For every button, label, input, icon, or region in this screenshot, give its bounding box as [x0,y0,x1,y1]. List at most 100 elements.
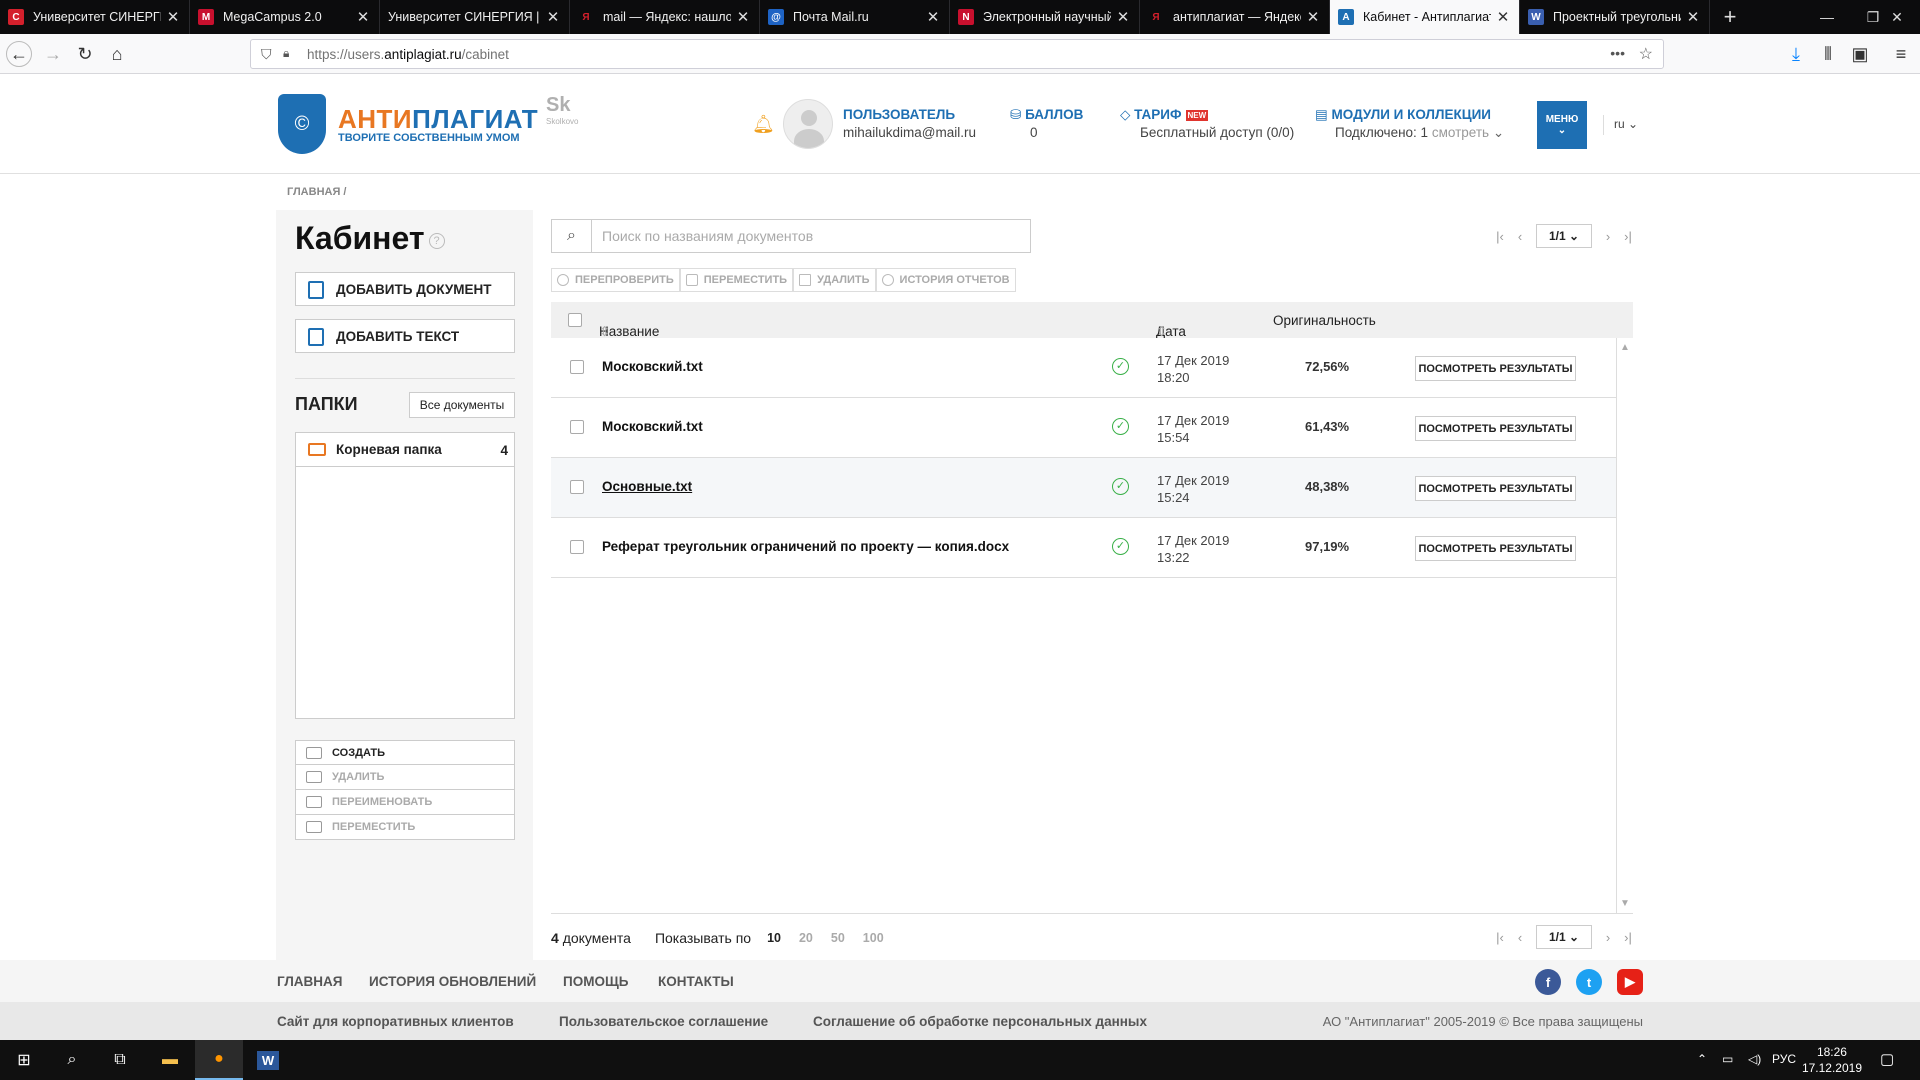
close-window-icon[interactable]: ✕ [1874,0,1920,34]
rename-folder-button[interactable]: ПЕРЕИМЕНОВАТЬ [295,790,515,815]
select-all-checkbox[interactable] [568,313,582,327]
create-folder-button[interactable]: СОЗДАТЬ [295,740,515,765]
browser-tab[interactable]: W Проектный треугольник ✕ [1520,0,1710,34]
bell-icon[interactable]: 🔔︎ [752,114,775,135]
report-history-button[interactable]: ИСТОРИЯ ОТЧЕТОВ [875,268,1016,292]
page-select[interactable]: 1/1 ⌄ [1536,224,1592,248]
first-page-icon[interactable]: |‹ [1490,930,1510,945]
footer-link-contacts[interactable]: КОНТАКТЫ [658,974,734,989]
row-checkbox[interactable] [570,420,584,434]
prev-page-icon[interactable]: ‹ [1510,930,1530,945]
points-label[interactable]: ⛁ БАЛЛОВ [1010,107,1083,123]
view-results-button[interactable]: ПОСМОТРЕТЬ РЕЗУЛЬТАТЫ [1415,356,1576,381]
view-results-button[interactable]: ПОСМОТРЕТЬ РЕЗУЛЬТАТЫ [1415,536,1576,561]
document-name[interactable]: Московский.txt [602,359,703,374]
browser-tab[interactable]: N Электронный научный ✕ [950,0,1140,34]
sidebar-icon[interactable]: ▣ [1847,42,1873,66]
close-tab-icon[interactable]: ✕ [545,8,561,26]
page-size-option[interactable]: 20 [799,931,813,945]
breadcrumb[interactable]: ГЛАВНАЯ / [287,186,346,198]
youtube-icon[interactable]: ▶ [1617,969,1643,995]
folder-item[interactable]: Корневая папка 4 [296,433,514,467]
next-page-icon[interactable]: › [1598,229,1618,244]
footer-link-privacy[interactable]: Соглашение об обработке персональных дан… [813,1014,1147,1029]
browser-tab[interactable]: @ Почта Mail.ru ✕ [760,0,950,34]
firefox-icon[interactable]: ● [195,1040,243,1080]
last-page-icon[interactable]: ›| [1618,229,1638,244]
address-bar[interactable]: ⛉ 🔒︎ https://users.antiplagiat.ru/cabine… [250,39,1664,69]
browser-tab[interactable]: M MegaCampus 2.0 ✕ [190,0,380,34]
close-tab-icon[interactable]: ✕ [1685,8,1701,26]
search-icon[interactable]: ⌕ [48,1040,96,1080]
minimize-icon[interactable]: — [1804,0,1850,34]
bookmark-star-icon[interactable]: ☆ [1639,44,1653,64]
all-documents-button[interactable]: Все документы [409,392,515,418]
prev-page-icon[interactable]: ‹ [1510,229,1530,244]
file-explorer-icon[interactable]: ▬ [146,1040,194,1080]
page-select[interactable]: 1/1 ⌄ [1536,925,1592,949]
table-scrollbar[interactable]: ▲ ▼ [1616,338,1633,913]
page-actions-icon[interactable]: ••• [1610,45,1625,61]
close-tab-icon[interactable]: ✕ [925,8,941,26]
view-results-button[interactable]: ПОСМОТРЕТЬ РЕЗУЛЬТАТЫ [1415,416,1576,441]
download-icon[interactable]: ⤓ [1783,42,1809,66]
footer-link-corporate[interactable]: Сайт для корпоративных клиентов [277,1014,514,1029]
recheck-button[interactable]: ПЕРЕПРОВЕРИТЬ [551,268,680,292]
next-page-icon[interactable]: › [1598,930,1618,945]
home-icon[interactable]: ⌂ [104,42,130,66]
language-select[interactable]: ru ⌄ [1603,115,1638,135]
back-icon[interactable]: ← [6,41,32,67]
shield-icon[interactable]: ⛉ [261,46,272,63]
footer-link-updates[interactable]: ИСТОРИЯ ОБНОВЛЕНИЙ [369,974,536,989]
tariff-label[interactable]: ◇ ТАРИФ NEW [1120,107,1209,123]
close-tab-icon[interactable]: ✕ [165,8,181,26]
chevron-down-icon[interactable]: ⌄ [1489,125,1504,140]
move-button[interactable]: ПЕРЕМЕСТИТЬ [679,268,794,292]
footer-link-home[interactable]: ГЛАВНАЯ [277,974,343,989]
move-folder-button[interactable]: ПЕРЕМЕСТИТЬ [295,815,515,840]
input-language[interactable]: РУС [1772,1052,1796,1066]
twitter-icon[interactable]: t [1576,969,1602,995]
tray-chevron-icon[interactable]: ⌃ [1697,1052,1707,1066]
search-icon[interactable]: ⌕ [552,220,592,252]
close-tab-icon[interactable]: ✕ [355,8,371,26]
add-text-button[interactable]: ДОБАВИТЬ ТЕКСТ [295,319,515,353]
browser-tab-active[interactable]: А Кабинет - Антиплагиат ✕ [1330,0,1520,34]
browser-tab[interactable]: С Университет СИНЕРГИЯ ✕ [0,0,190,34]
page-size-option[interactable]: 100 [863,931,884,945]
network-icon[interactable]: ▭ [1722,1052,1733,1066]
menu-button[interactable]: МЕНЮ ⌄ [1537,101,1587,149]
help-icon[interactable]: ? [428,232,445,249]
delete-button[interactable]: УДАЛИТЬ [793,268,876,292]
word-icon[interactable]: W [244,1040,292,1080]
document-name[interactable]: Реферат треугольник ограничений по проек… [602,539,1009,554]
new-tab-button[interactable]: + [1710,0,1750,34]
system-clock[interactable]: 18:26 17.12.2019 [1802,1044,1862,1076]
forward-icon[interactable]: → [40,42,66,66]
windows-start-icon[interactable]: ⊞ [0,1040,48,1080]
scroll-down-icon[interactable]: ▼ [1620,898,1630,909]
view-results-button[interactable]: ПОСМОТРЕТЬ РЕЗУЛЬТАТЫ [1415,476,1576,501]
close-tab-icon[interactable]: ✕ [1305,8,1321,26]
notification-icon[interactable]: ▢ [1880,1050,1894,1068]
browser-tab[interactable]: Яmail — Яндекс: нашлось ✕ [570,0,760,34]
close-tab-icon[interactable]: ✕ [1115,8,1131,26]
row-checkbox[interactable] [570,480,584,494]
close-tab-icon[interactable]: ✕ [735,8,751,26]
footer-link-help[interactable]: ПОМОЩЬ [563,974,628,989]
modules-label[interactable]: ▤ МОДУЛИ И КОЛЛЕКЦИИ [1315,107,1491,123]
volume-icon[interactable]: ◁) [1748,1052,1761,1066]
modules-view-link[interactable]: смотреть [1432,125,1489,140]
delete-folder-button[interactable]: УДАЛИТЬ [295,765,515,790]
page-size-option[interactable]: 10 [767,931,781,945]
document-name[interactable]: Московский.txt [602,419,703,434]
lock-icon[interactable]: 🔒︎ [283,46,289,61]
scroll-up-icon[interactable]: ▲ [1620,342,1630,353]
antiplagiat-logo-icon[interactable]: © [278,94,326,154]
browser-tab[interactable]: Яантиплагиат — Яндекс ✕ [1140,0,1330,34]
row-checkbox[interactable] [570,360,584,374]
reload-icon[interactable]: ↻ [72,42,98,66]
row-checkbox[interactable] [570,540,584,554]
library-icon[interactable]: ⫴ [1815,42,1841,66]
logo-text[interactable]: АНТИПЛАГИАТ [338,104,538,135]
